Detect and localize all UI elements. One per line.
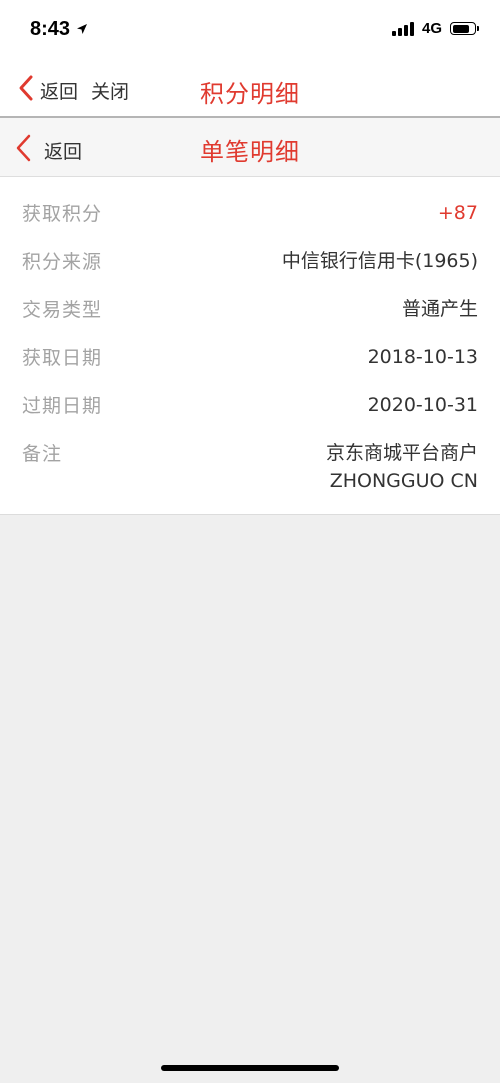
back-button[interactable]: 返回: [18, 74, 78, 106]
chevron-left-icon: [18, 74, 34, 106]
battery-icon: [450, 22, 479, 35]
detail-label: 过期日期: [22, 395, 103, 417]
network-type: 4G: [421, 20, 442, 37]
page-title: 积分明细: [200, 80, 300, 108]
sub-back-label: 返回: [44, 140, 83, 163]
sub-back-button[interactable]: 返回: [14, 133, 82, 167]
detail-label: 备注: [22, 443, 63, 465]
home-indicator[interactable]: [161, 1065, 339, 1071]
sub-page-title: 单笔明细: [200, 138, 300, 166]
status-bar: 8:43 4G: [0, 0, 500, 62]
detail-value: 中信银行信用卡(1965): [281, 250, 478, 272]
chevron-left-icon: [14, 133, 32, 167]
location-arrow-icon: [76, 18, 88, 41]
top-nav-bar: 返回 关闭 积分明细: [0, 62, 500, 118]
sub-nav-bar: 返回 单笔明细: [0, 118, 500, 177]
close-button[interactable]: 关闭: [91, 77, 129, 104]
cellular-signal-icon: [391, 21, 414, 36]
status-indicators: 4G: [391, 20, 479, 37]
detail-label: 获取积分: [22, 203, 103, 225]
detail-value: 2018-10-13: [367, 346, 478, 368]
remark-line-1: 京东商城平台商户: [325, 442, 478, 464]
detail-label: 积分来源: [22, 251, 103, 273]
detail-value: 普通产生: [401, 298, 478, 320]
detail-value: +87: [437, 202, 478, 224]
detail-value: 京东商城平台商户 ZHONGGUO CN: [326, 439, 478, 495]
detail-value: 2020-10-31: [367, 394, 478, 416]
detail-label: 交易类型: [22, 299, 103, 321]
detail-panel: 获取积分 +87 积分来源 中信银行信用卡(1965) 交易类型 普通产生 获取…: [0, 177, 500, 515]
detail-label: 获取日期: [22, 347, 103, 369]
back-label: 返回: [40, 80, 79, 103]
remark-line-2: ZHONGGUO CN: [329, 470, 478, 492]
status-time: 8:43: [30, 18, 71, 40]
status-time-group: 8:43: [30, 18, 88, 41]
